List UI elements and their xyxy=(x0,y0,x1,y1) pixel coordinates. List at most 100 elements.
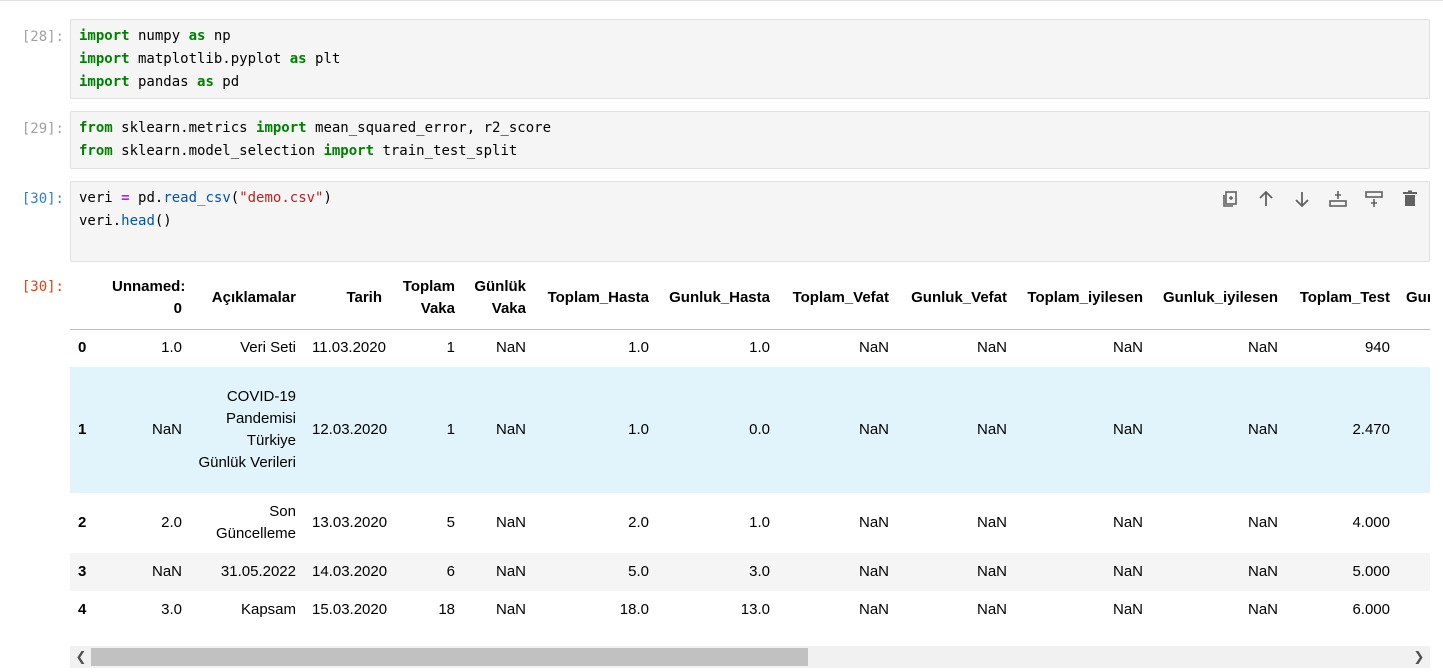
table-cell: NaN xyxy=(495,601,526,618)
table-cell: 940 xyxy=(1364,339,1390,357)
table-cell: NaN xyxy=(1112,601,1143,618)
delete-cell-icon[interactable] xyxy=(1399,188,1421,210)
code-token: as xyxy=(197,74,214,90)
code-token: from xyxy=(79,120,113,136)
table-cell: 1.0 xyxy=(749,339,770,357)
code-token: pd xyxy=(213,74,240,90)
code-token: read_csv xyxy=(163,190,231,206)
insert-below-icon[interactable] xyxy=(1363,188,1385,210)
column-header: Unnamed: 0 xyxy=(104,268,190,330)
table-cell: NaN xyxy=(1247,601,1278,618)
scroll-left-icon[interactable]: ❮ xyxy=(72,648,90,666)
column-header: Toplam_iyilesen xyxy=(1015,268,1151,330)
execution-count: [30]: xyxy=(21,191,64,207)
table-cell: NaN xyxy=(1247,563,1278,580)
code-editor[interactable]: import numpy as np import matplotlib.pypl… xyxy=(70,19,1430,99)
code-token: as xyxy=(188,28,206,44)
code-token: sklearn.metrics xyxy=(112,120,257,136)
code-line: veri.head() xyxy=(79,210,1421,233)
code-token: train_test_split xyxy=(374,143,518,159)
column-header: Gunluk_iyilesen xyxy=(1151,268,1286,330)
code-token: head xyxy=(121,213,155,229)
table-cell: NaN xyxy=(1247,421,1278,438)
table-cell: 1 xyxy=(446,421,455,438)
code-line: from sklearn.model_selection import trai… xyxy=(79,140,1421,163)
table-cell: 2.0 xyxy=(628,514,649,531)
table-cell: 11.03.2020 xyxy=(312,339,386,357)
dataframe-table: Unnamed: 0 Açıklamalar Tarih Toplam Vaka Gün… xyxy=(70,268,1430,629)
table-cell: NaN xyxy=(976,339,1007,357)
code-token: pandas xyxy=(129,74,198,90)
output-prompt: [30]: xyxy=(21,279,64,295)
duplicate-cell-icon[interactable] xyxy=(1219,188,1241,210)
table-row: 2 2.0 Son Güncelleme 13.03.2020 5 NaN 2.0 1.0 Na… xyxy=(70,493,1430,553)
code-editor[interactable]: from sklearn.metrics import mean_squared… xyxy=(70,111,1430,169)
row-index: 2 xyxy=(78,514,87,531)
code-line: import numpy as np xyxy=(79,25,1421,48)
table-cell: NaN xyxy=(858,563,889,580)
code-token: veri. xyxy=(79,213,122,229)
table-cell xyxy=(1398,493,1430,553)
code-token: sklearn.model_selection xyxy=(112,143,324,159)
code-token: import xyxy=(79,51,130,67)
horizontal-scrollbar[interactable]: ❮ ❯ xyxy=(70,646,1430,668)
table-cell: 1 xyxy=(446,339,455,357)
table-cell: 2.0 xyxy=(161,514,182,531)
code-token: matplotlib.pyplot xyxy=(129,51,290,67)
table-cell: 1.0 xyxy=(161,339,182,357)
table-cell: NaN xyxy=(1112,421,1143,438)
move-down-icon[interactable] xyxy=(1291,188,1313,210)
table-cell: 6.000 xyxy=(1352,601,1390,618)
table-cell: NaN xyxy=(1112,514,1143,531)
table-cell: NaN xyxy=(976,601,1007,618)
table-cell: 5.000 xyxy=(1352,563,1390,580)
code-token: veri xyxy=(79,190,122,206)
column-header: Açıklamalar xyxy=(190,268,304,330)
table-cell: NaN xyxy=(495,563,526,580)
move-up-icon[interactable] xyxy=(1255,188,1277,210)
scrollbar-thumb[interactable] xyxy=(91,648,808,666)
table-cell: NaN xyxy=(858,421,889,438)
table-cell: Veri Seti xyxy=(240,339,296,357)
table-cell: NaN xyxy=(976,514,1007,531)
table-cell: 13.0 xyxy=(740,601,770,618)
table-cell: NaN xyxy=(495,339,526,357)
column-header: Toplam Vaka xyxy=(390,268,463,330)
code-token: import xyxy=(323,143,375,159)
table-cell xyxy=(1398,591,1430,629)
table-row: 0 1.0 Veri Seti 11.03.2020 1 NaN 1.0 1.0 NaN NaN N… xyxy=(70,329,1430,367)
code-token: import xyxy=(79,28,130,44)
table-cell: NaN xyxy=(976,563,1007,580)
table-cell: 5 xyxy=(446,514,455,531)
scroll-right-icon[interactable]: ❯ xyxy=(1410,648,1428,666)
top-divider xyxy=(0,0,1443,1)
table-cell: 31.05.2022 xyxy=(220,563,296,580)
code-token: np xyxy=(205,28,231,44)
table-cell: 14.03.2020 xyxy=(312,563,388,580)
code-token: "demo.csv" xyxy=(239,190,324,206)
code-token: as xyxy=(289,51,307,67)
code-line: import matplotlib.pyplot as plt xyxy=(79,48,1421,71)
insert-above-icon[interactable] xyxy=(1327,188,1349,210)
table-cell: Kapsam xyxy=(240,601,296,618)
table-cell xyxy=(1398,367,1430,493)
code-token: ( xyxy=(230,190,240,206)
table-cell: NaN xyxy=(151,421,182,438)
table-cell: 5.0 xyxy=(628,563,649,580)
column-header: Toplam_Vefat xyxy=(778,268,897,330)
execution-count: [28]: xyxy=(21,29,64,45)
code-token: import xyxy=(256,120,307,136)
table-row: 1 NaN COVID-19 Pandemisi Türkiye Günlük Ve… xyxy=(70,367,1430,493)
column-header: Gunluk_Test xyxy=(1398,268,1430,330)
table-cell: NaN xyxy=(1247,514,1278,531)
code-line: import pandas as pd xyxy=(79,71,1421,94)
dataframe-output: Unnamed: 0 Açıklamalar Tarih Toplam Vaka Gün… xyxy=(70,268,1430,672)
table-cell: NaN xyxy=(1112,339,1143,357)
table-cell xyxy=(1398,329,1430,367)
table-cell: NaN xyxy=(495,421,526,438)
code-token: plt xyxy=(306,51,341,67)
row-index: 3 xyxy=(78,563,87,580)
table-cell: 1.0 xyxy=(749,514,770,531)
code-token: numpy xyxy=(129,28,189,44)
table-cell: COVID-19 Pandemisi Türkiye Günlük Verile… xyxy=(198,388,296,471)
